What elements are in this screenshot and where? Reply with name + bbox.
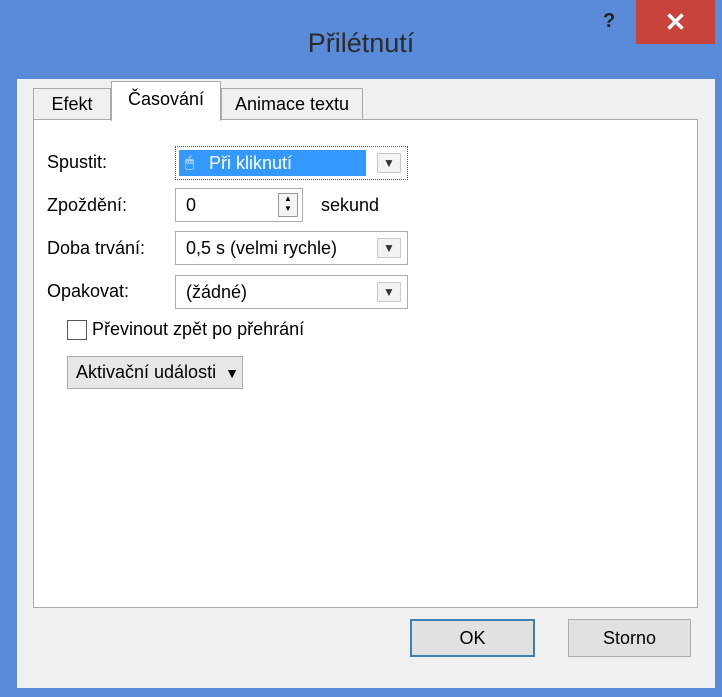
chevron-down-icon[interactable]: ▼ (377, 282, 401, 302)
double-chevron-down-icon: ▼ (225, 365, 239, 381)
tab-efekt[interactable]: Efekt (33, 88, 111, 120)
tab-casovani[interactable]: Časování (111, 81, 221, 121)
start-value: Při kliknutí (209, 153, 293, 173)
dialog-client: Efekt Časování Animace textu Spustit: 🖱 … (17, 79, 715, 688)
start-label: Spustit: (47, 152, 108, 172)
chevron-down-icon[interactable]: ▼ (377, 238, 401, 258)
delay-value: 0 (186, 195, 197, 215)
timing-panel: Spustit: 🖱 Při kliknutí ▼ Zpoždění: 0 ▲ ▼… (33, 119, 698, 608)
duration-combobox[interactable]: 0,5 s (velmi rychle) ▼ (175, 231, 408, 265)
delay-unit: sekund (321, 195, 380, 215)
triggers-label: Aktivační události (76, 362, 217, 382)
start-combobox[interactable]: 🖱 Při kliknutí ▼ (175, 146, 408, 180)
repeat-label: Opakovat: (47, 281, 130, 301)
triggers-button[interactable]: Aktivační události ▼ (67, 356, 243, 389)
title-bar: Přilétnutí ? ✕ (0, 0, 722, 78)
close-button[interactable]: ✕ (636, 0, 715, 44)
delay-label: Zpoždění: (47, 195, 128, 215)
mouse-icon: 🖱 (185, 154, 195, 171)
cancel-button[interactable]: Storno (568, 619, 691, 657)
repeat-combobox[interactable]: (žádné) ▼ (175, 275, 408, 309)
delay-spinner[interactable]: ▲ ▼ (278, 193, 298, 217)
duration-value: 0,5 s (velmi rychle) (186, 238, 338, 258)
ok-button[interactable]: OK (410, 619, 535, 657)
dialog-window: Přilétnutí ? ✕ Efekt Časování Animace te… (0, 0, 722, 697)
tab-animace-textu[interactable]: Animace textu (221, 88, 363, 120)
rewind-checkbox[interactable] (67, 320, 87, 340)
delay-input[interactable]: 0 ▲ ▼ (175, 188, 303, 222)
rewind-label[interactable]: Převinout zpět po přehrání (92, 319, 304, 340)
help-button[interactable]: ? (603, 10, 615, 33)
duration-label: Doba trvání: (47, 238, 146, 258)
repeat-value: (žádné) (186, 282, 248, 302)
chevron-down-icon[interactable]: ▼ (377, 153, 401, 173)
start-selected: 🖱 Při kliknutí (179, 150, 366, 176)
